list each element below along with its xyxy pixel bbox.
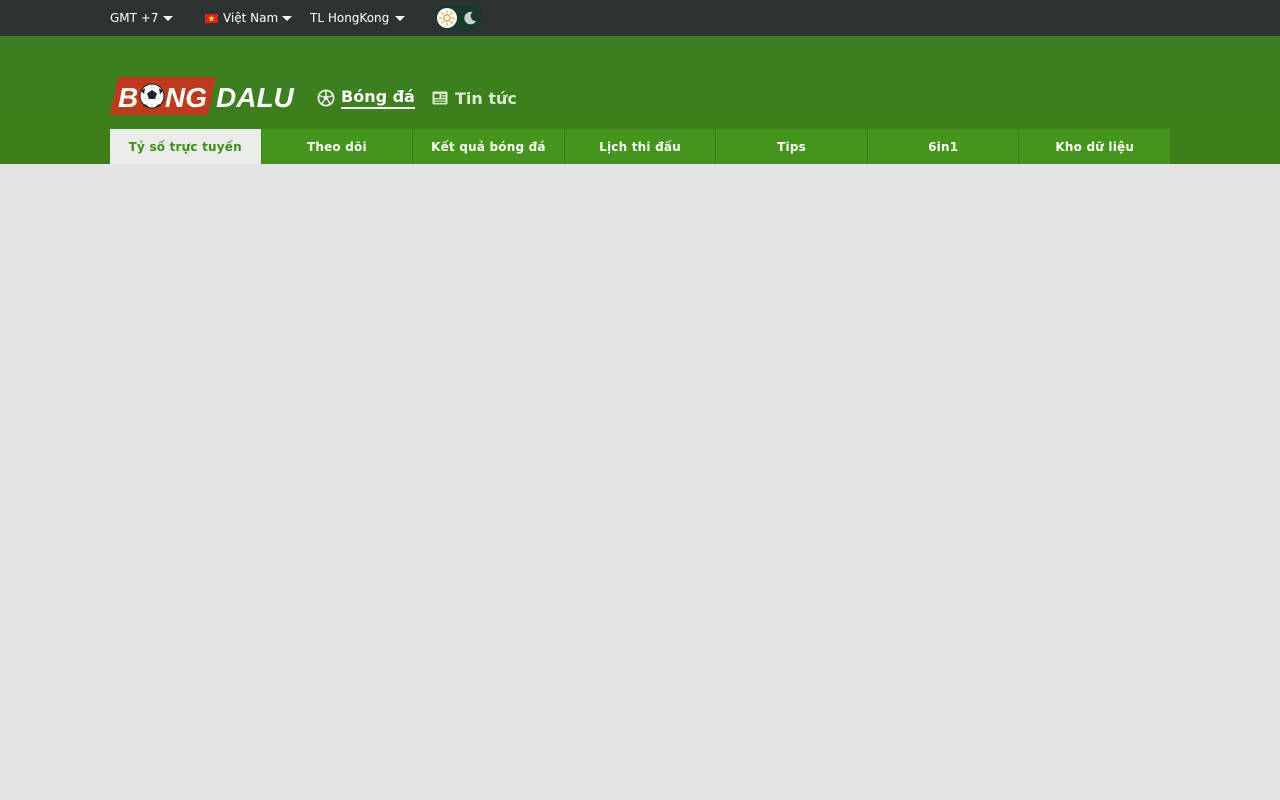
tab-theo-doi[interactable]: Theo dõi — [261, 129, 414, 164]
nav-tin-tuc[interactable]: Tin tức — [431, 84, 517, 112]
caret-down-icon — [282, 16, 293, 21]
bongdalu-logo[interactable]: B NG DALU — [110, 76, 295, 116]
tab-lich-thi-dau[interactable]: Lịch thi đấu — [564, 129, 717, 164]
vietnam-flag-icon — [205, 13, 218, 23]
nav-bong-da[interactable]: Bóng đá — [317, 84, 415, 112]
tab-6in1[interactable]: 6in1 — [867, 129, 1020, 164]
timezone-dropdown[interactable]: GMT +7 — [110, 0, 173, 36]
logo-text-b: B — [118, 82, 138, 113]
timezone-label: GMT +7 — [110, 11, 159, 25]
site-header: B NG DALU Bóng đá Tin tức Tỷ số trực tuy… — [0, 36, 1280, 164]
newspaper-icon — [431, 89, 449, 107]
sub-nav-tabs: Tỷ số trực tuyến Theo dõi Kết quả bóng đ… — [110, 129, 1171, 164]
tab-tips[interactable]: Tips — [716, 129, 868, 164]
odds-type-label: TL HongKong — [310, 11, 390, 25]
caret-down-icon — [162, 16, 173, 21]
tab-ket-qua-bong-da[interactable]: Kết quả bóng đá — [413, 129, 565, 164]
theme-toggle[interactable] — [435, 6, 483, 30]
main-content-area — [0, 164, 1280, 800]
sun-icon — [437, 8, 457, 28]
moon-icon — [461, 9, 479, 27]
nav-bong-da-label: Bóng đá — [341, 87, 415, 109]
caret-down-icon — [395, 16, 406, 21]
tab-kho-du-lieu[interactable]: Kho dữ liệu — [1019, 129, 1171, 164]
soccer-ball-logo-icon — [139, 83, 165, 109]
language-dropdown[interactable]: Việt Nam — [205, 0, 293, 36]
soccer-ball-icon — [317, 89, 335, 107]
tab-ty-so-truc-tuyen[interactable]: Tỷ số trực tuyến — [110, 129, 262, 164]
odds-type-dropdown[interactable]: TL HongKong — [310, 0, 406, 36]
nav-tin-tuc-label: Tin tức — [455, 88, 517, 108]
logo-text-dalu: DALU — [216, 82, 295, 113]
language-label: Việt Nam — [223, 11, 279, 25]
logo-text-ng: NG — [165, 82, 207, 113]
top-bar: GMT +7 Việt Nam TL HongKong — [0, 0, 1280, 36]
